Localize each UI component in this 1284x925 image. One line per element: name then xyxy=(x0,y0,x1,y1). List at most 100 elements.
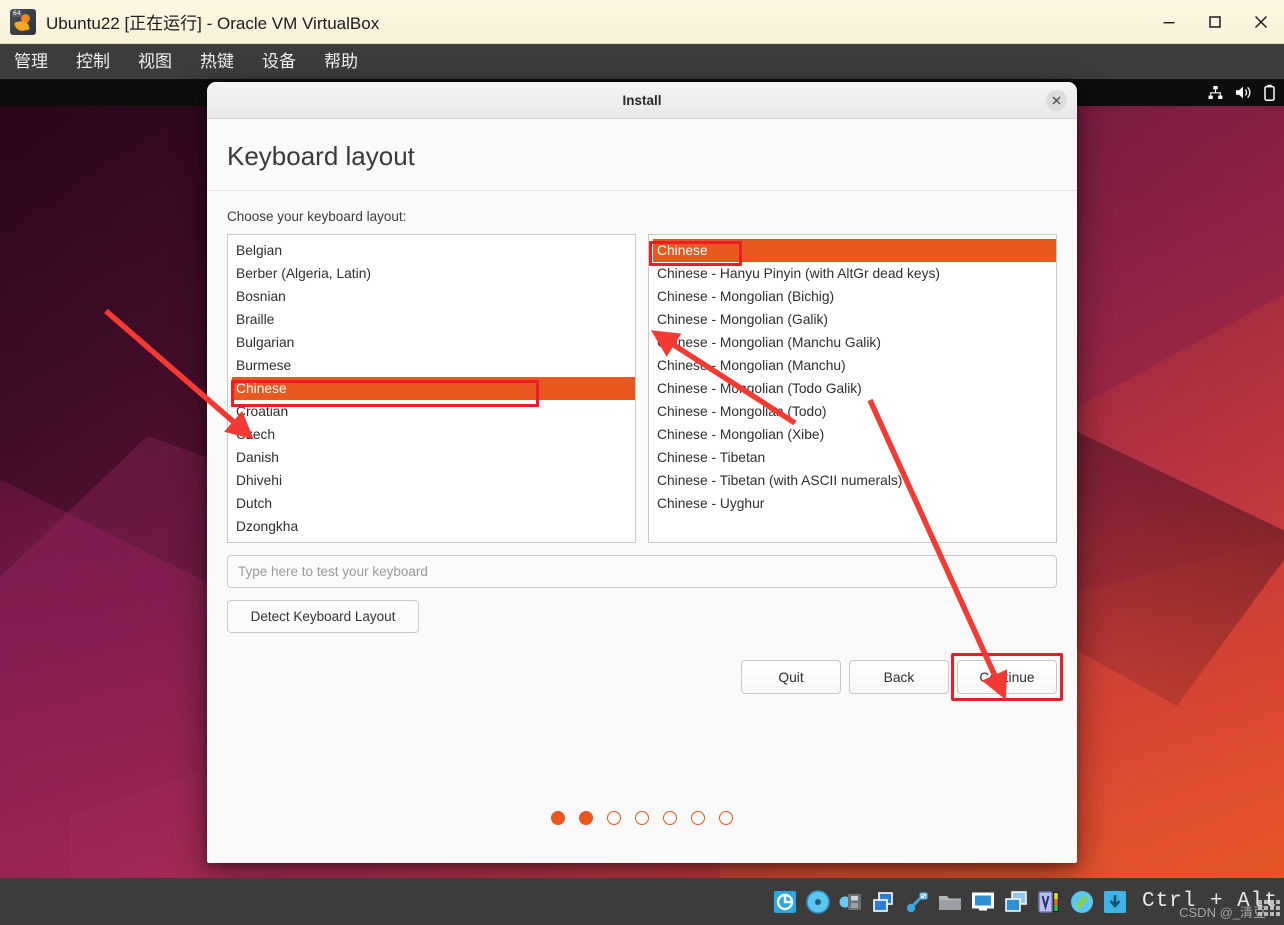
choose-layout-label: Choose your keyboard layout: xyxy=(227,209,407,224)
hard-disk-icon xyxy=(774,890,797,913)
system-tray[interactable] xyxy=(1207,79,1276,106)
back-button[interactable]: Back xyxy=(849,660,949,694)
floppy-disk-status-icon[interactable] xyxy=(835,882,868,922)
hard-disk-status-icon[interactable] xyxy=(769,882,802,922)
keyboard-layout-list-item[interactable]: Chinese xyxy=(228,377,635,400)
network-icon xyxy=(1208,86,1223,99)
progress-dot xyxy=(607,811,621,825)
keyboard-layout-list-item[interactable]: Danish xyxy=(228,446,635,469)
progress-dot xyxy=(635,811,649,825)
keyboard-layout-list-item[interactable]: Braille xyxy=(228,308,635,331)
menu-item-view[interactable]: 视图 xyxy=(124,44,186,79)
keyboard-variant-list-item[interactable]: Chinese - Mongolian (Galik) xyxy=(649,308,1056,331)
close-button[interactable] xyxy=(1238,0,1284,44)
resize-grip-icon[interactable] xyxy=(1258,900,1280,916)
keyboard-variant-list-item[interactable]: Chinese - Hanyu Pinyin (with AltGr dead … xyxy=(649,262,1056,285)
maximize-button[interactable] xyxy=(1192,0,1238,44)
network-status-icon[interactable] xyxy=(868,882,901,922)
keyboard-variant-list-item[interactable]: Chinese - Mongolian (Xibe) xyxy=(649,423,1056,446)
progress-dot xyxy=(691,811,705,825)
virtualization-status-icon[interactable] xyxy=(1033,882,1066,922)
screen-root: 64 Ubuntu22 [正在运行] - Oracle VM VirtualBo… xyxy=(0,0,1284,925)
window-controls xyxy=(1146,0,1284,44)
keyboard-variant-list-item[interactable]: Chinese - Tibetan (with ASCII numerals) xyxy=(649,469,1056,492)
maximize-icon xyxy=(1209,15,1221,28)
menu-item-help[interactable]: 帮助 xyxy=(310,44,372,79)
video-capture-status-icon[interactable] xyxy=(1000,882,1033,922)
keyboard-layout-list-item[interactable]: Czech xyxy=(228,423,635,446)
minimize-button[interactable] xyxy=(1146,0,1192,44)
continue-button-label: Continue xyxy=(979,669,1035,685)
optical-disk-icon xyxy=(806,889,831,914)
quit-button[interactable]: Quit xyxy=(741,660,841,694)
keyboard-test-input[interactable]: Type here to test your keyboard xyxy=(227,555,1057,588)
keyboard-layout-list-item[interactable]: Bosnian xyxy=(228,285,635,308)
usb-status-icon[interactable] xyxy=(901,882,934,922)
dialog-button-row: Quit Back Continue xyxy=(227,653,1063,701)
close-icon xyxy=(1254,15,1268,28)
quit-button-wrap: Quit xyxy=(741,660,841,694)
volume-icon xyxy=(1236,86,1251,99)
optical-disk-status-icon[interactable] xyxy=(802,882,835,922)
minimize-icon xyxy=(1163,21,1175,23)
display-icon xyxy=(972,892,995,910)
dialog-close-button[interactable] xyxy=(1046,90,1067,111)
keyboard-variant-list-item[interactable]: Chinese xyxy=(649,239,1056,262)
progress-dot xyxy=(579,811,593,825)
dialog-body: Choose your keyboard layout: Belgian Berb… xyxy=(207,191,1077,863)
continue-button[interactable]: Continue xyxy=(957,660,1057,694)
mouse-integration-status-icon[interactable] xyxy=(1066,882,1099,922)
battery-icon xyxy=(1264,84,1275,101)
shared-folder-icon xyxy=(939,895,962,910)
keyboard-layout-list-item[interactable]: Dzongkha xyxy=(228,515,635,538)
progress-dot xyxy=(551,811,565,825)
keyboard-variant-list-item[interactable]: Chinese - Mongolian (Manchu) xyxy=(649,354,1056,377)
dialog-title: Install xyxy=(622,92,662,108)
display-status-icon[interactable] xyxy=(967,882,1000,922)
virtualbox-icon-badge: 64 xyxy=(12,9,22,17)
keyboard-layout-list-item[interactable]: Dutch xyxy=(228,492,635,515)
menu-item-manage[interactable]: 管理 xyxy=(0,44,62,79)
keyboard-capture-status-icon[interactable] xyxy=(1099,882,1132,922)
quit-button-label: Quit xyxy=(778,669,804,685)
menu-item-devices[interactable]: 设备 xyxy=(248,44,310,79)
keyboard-layout-list-item[interactable]: Berber (Algeria, Latin) xyxy=(228,262,635,285)
virtualbox-titlebar: 64 Ubuntu22 [正在运行] - Oracle VM VirtualBo… xyxy=(0,0,1284,44)
keyboard-variant-list-item[interactable]: Chinese - Mongolian (Todo Galik) xyxy=(649,377,1056,400)
virtualbox-icon: 64 xyxy=(10,8,36,35)
virtualization-icon xyxy=(1038,890,1059,913)
network-icon xyxy=(873,891,894,912)
keyboard-layout-list[interactable]: Belgian Berber (Algeria, Latin) Bosnian Bra… xyxy=(227,234,636,543)
progress-dots xyxy=(227,811,1057,863)
menu-item-control[interactable]: 控制 xyxy=(62,44,124,79)
keyboard-variant-list-item[interactable]: Chinese - Mongolian (Todo) xyxy=(649,400,1056,423)
keyboard-capture-icon xyxy=(1104,890,1127,913)
progress-dot xyxy=(663,811,677,825)
close-icon xyxy=(1052,96,1061,105)
back-button-wrap: Back xyxy=(849,660,949,694)
menu-item-hotkeys[interactable]: 热键 xyxy=(186,44,248,79)
keyboard-variant-list-item[interactable]: Chinese - Mongolian (Manchu Galik) xyxy=(649,331,1056,354)
page-title: Keyboard layout xyxy=(227,141,415,171)
detect-keyboard-layout-button[interactable]: Detect Keyboard Layout xyxy=(227,600,419,633)
keyboard-layout-list-item[interactable]: Belgian xyxy=(228,239,635,262)
keyboard-layout-list-item[interactable]: Bulgarian xyxy=(228,331,635,354)
mouse-integration-icon xyxy=(1071,890,1094,913)
keyboard-layout-list-item[interactable]: Croatian xyxy=(228,400,635,423)
keyboard-variant-list[interactable]: Chinese Chinese - Hanyu Pinyin (with AltG… xyxy=(648,234,1057,543)
keyboard-variant-list-item[interactable]: Chinese - Mongolian (Bichig) xyxy=(649,285,1056,308)
floppy-disk-icon xyxy=(839,893,862,910)
keyboard-layout-list-item[interactable]: Dhivehi xyxy=(228,469,635,492)
continue-button-wrap: Continue xyxy=(951,653,1063,701)
back-button-label: Back xyxy=(883,669,915,685)
video-capture-icon xyxy=(1005,890,1028,912)
dialog-titlebar: Install xyxy=(207,82,1077,119)
keyboard-layout-list-item[interactable]: Burmese xyxy=(228,354,635,377)
keyboard-variant-list-item[interactable]: Chinese - Tibetan xyxy=(649,446,1056,469)
detect-keyboard-layout-label: Detect Keyboard Layout xyxy=(250,609,396,624)
virtualbox-menubar: 管理 控制 视图 热键 设备 帮助 xyxy=(0,44,1284,79)
shared-folder-status-icon[interactable] xyxy=(934,882,967,922)
keyboard-variant-list-item[interactable]: Chinese - Uyghur xyxy=(649,492,1056,515)
progress-dot xyxy=(719,811,733,825)
layout-lists: Belgian Berber (Algeria, Latin) Bosnian Bra… xyxy=(227,234,1057,543)
